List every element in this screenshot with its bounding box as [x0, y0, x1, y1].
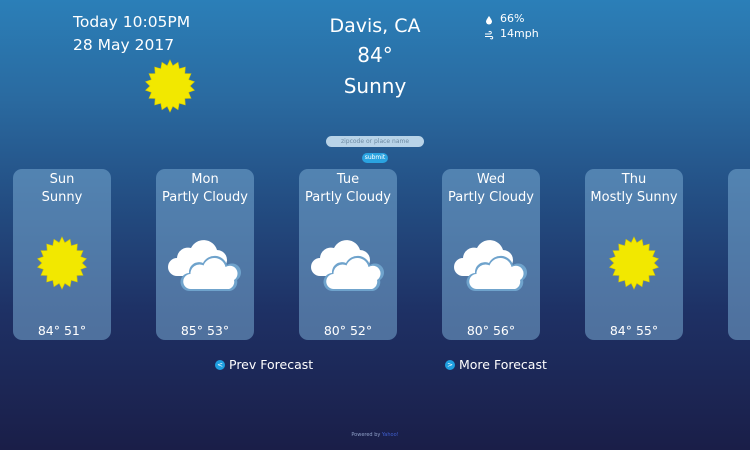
forecast-card-thu: Thu Mostly Sunny 84° 55°: [585, 169, 683, 340]
forecast-condition: Partly Cloudy: [162, 190, 248, 205]
forecast-card-mon: Mon Partly Cloudy 85° 53°: [156, 169, 254, 340]
sun-icon: [145, 59, 195, 113]
more-forecast-label[interactable]: More Forecast: [459, 357, 547, 372]
current-time: Today 10:05PM: [73, 13, 191, 31]
forecast-day: Wed: [476, 172, 506, 187]
forecast-temps: 84° 51°: [37, 323, 87, 338]
powered-by: Powered by Yahoo!: [0, 432, 750, 438]
current-condition: Sunny: [343, 74, 407, 98]
sun-icon: [585, 231, 683, 295]
powered-by-label: Powered by: [351, 432, 381, 438]
humidity-value: 66%: [500, 12, 525, 25]
forecast-day: Thu: [621, 172, 647, 187]
humidity-icon: [484, 14, 494, 24]
weather-stats: 66% 14mph: [484, 11, 539, 41]
brand-link[interactable]: Yahoo!: [382, 432, 399, 438]
forecast-temps: 80° 52°: [323, 323, 373, 338]
forecast-card-sun: Sun Sunny 84° 51°: [13, 169, 111, 340]
forecast-condition: Mostly Sunny: [590, 190, 678, 205]
forecast-temps: 85° 53°: [180, 323, 230, 338]
more-forecast-link[interactable]: > More Forecast: [445, 357, 547, 372]
humidity-row: 66%: [484, 11, 539, 26]
forecast-day: Tue: [336, 172, 360, 187]
current-weather: Davis, CA 84° Sunny: [300, 12, 450, 102]
forecast-temps: 84° 55°: [609, 323, 659, 338]
forecast-condition: Partly Cloudy: [305, 190, 391, 205]
forecast-card-partial: [728, 169, 750, 340]
forecast-temps: 80° 56°: [466, 323, 516, 338]
date-time: Today 10:05PM 28 May 2017: [73, 11, 190, 57]
prev-forecast-label[interactable]: Prev Forecast: [229, 357, 313, 372]
chevron-right-icon[interactable]: >: [445, 359, 455, 370]
cloud-icon: [156, 231, 254, 295]
wind-icon: [484, 29, 494, 39]
cloud-icon: [442, 231, 540, 295]
city-name: Davis, CA: [329, 15, 421, 37]
submit-button[interactable]: submit: [362, 153, 388, 163]
forecast-card-tue: Tue Partly Cloudy 80° 52°: [299, 169, 397, 340]
current-date: 28 May 2017: [73, 36, 175, 54]
prev-forecast-link[interactable]: < Prev Forecast: [215, 357, 313, 372]
forecast-card-wed: Wed Partly Cloudy 80° 56°: [442, 169, 540, 340]
wind-value: 14mph: [500, 27, 539, 40]
chevron-left-icon[interactable]: <: [215, 359, 225, 370]
forecast-condition: Sunny: [41, 190, 83, 205]
wind-row: 14mph: [484, 26, 539, 41]
forecast-day: Sun: [49, 172, 75, 187]
cloud-icon: [299, 231, 397, 295]
location-search-input[interactable]: [326, 136, 424, 147]
forecast-condition: Partly Cloudy: [448, 190, 534, 205]
forecast-day: Mon: [191, 172, 219, 187]
sun-icon: [13, 231, 111, 295]
current-temperature: 84°: [357, 43, 393, 67]
